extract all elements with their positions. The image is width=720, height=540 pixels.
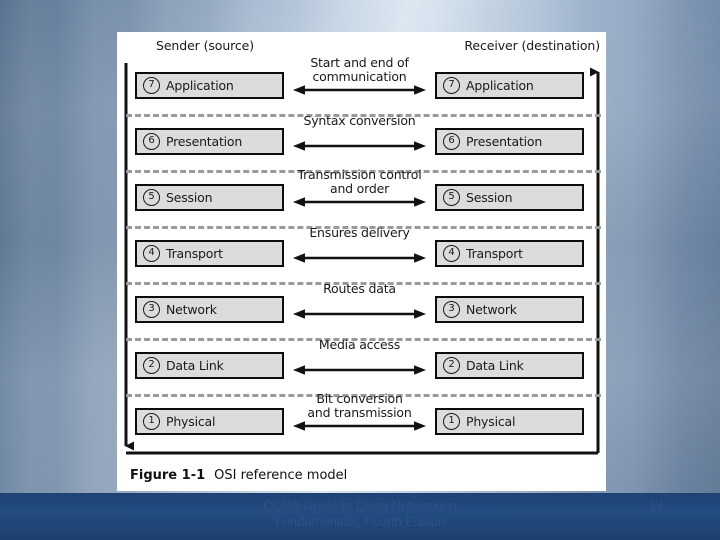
layer-name-label: Presentation [166, 134, 243, 149]
figure-caption-title: OSI reference model [214, 468, 348, 483]
sender-layer-box[interactable]: 3 Network [135, 296, 284, 323]
layer-number-badge: 7 [143, 77, 160, 94]
sender-layer-box[interactable]: 7 Application [135, 72, 284, 99]
figure-caption-number: Figure 1-1 [130, 468, 206, 483]
layer-name-label: Data Link [466, 358, 524, 373]
sender-column-header: Sender (source) [156, 38, 255, 53]
footer-book-title: CCNA Guide to Cisco Networking Fundament… [0, 498, 720, 530]
slide-footer-band: CCNA Guide to Cisco Networking Fundament… [0, 493, 720, 540]
receiver-layer-box[interactable]: 5 Session [435, 184, 584, 211]
layer-row: 6 Presentation Syntax conversion 6 Prese… [117, 114, 606, 173]
layer-number-badge: 4 [143, 245, 160, 262]
layer-name-label: Transport [166, 246, 223, 261]
layer-function-cell: Media access [293, 338, 426, 396]
layer-number-badge: 7 [443, 77, 460, 94]
layer-number-badge: 6 [143, 133, 160, 150]
sender-layer-box[interactable]: 1 Physical [135, 408, 284, 435]
layer-function-label: Transmission control and order [293, 168, 426, 196]
layer-function-label: Start and end of communication [293, 56, 426, 84]
layer-name-label: Physical [166, 414, 216, 429]
layer-name-label: Presentation [466, 134, 543, 149]
layer-function-line1: Syntax conversion [303, 113, 416, 128]
osi-layer-stack: 7 Application Start and end of communica… [117, 56, 606, 452]
layer-function-line1: Routes data [323, 281, 396, 296]
layer-number-badge: 5 [143, 189, 160, 206]
bidirectional-arrow-icon [293, 308, 426, 320]
layer-name-label: Application [166, 78, 234, 93]
bidirectional-arrow-icon [293, 252, 426, 264]
layer-number-badge: 4 [443, 245, 460, 262]
bidirectional-arrow-icon [293, 364, 426, 376]
layer-function-cell: Transmission control and order [293, 168, 426, 228]
layer-function-label: Routes data [293, 282, 426, 296]
layer-function-label: Syntax conversion [293, 114, 426, 128]
layer-number-badge: 3 [143, 301, 160, 318]
layer-name-label: Data Link [166, 358, 224, 373]
sender-layer-box[interactable]: 2 Data Link [135, 352, 284, 379]
figure-caption: Figure 1-1 OSI reference model [130, 468, 347, 483]
layer-function-line1: Transmission control [297, 167, 422, 182]
bidirectional-arrow-icon [293, 196, 426, 208]
layer-function-line1: Bit conversion [316, 391, 403, 406]
layer-name-label: Transport [466, 246, 523, 261]
layer-row: 1 Physical Bit conversion and transmissi… [117, 392, 606, 452]
receiver-layer-box[interactable]: 3 Network [435, 296, 584, 323]
layer-function-line2: and order [329, 181, 390, 196]
receiver-layer-box[interactable]: 6 Presentation [435, 128, 584, 155]
footer-title-line2: Fundamentals, Fourth Edition [274, 514, 446, 529]
bidirectional-arrow-icon [293, 140, 426, 152]
layer-number-badge: 6 [443, 133, 460, 150]
layer-number-badge: 1 [443, 413, 460, 430]
layer-row: 4 Transport Ensures delivery 4 Transport [117, 226, 606, 285]
bidirectional-arrow-icon [293, 84, 426, 96]
layer-number-badge: 1 [143, 413, 160, 430]
layer-number-badge: 5 [443, 189, 460, 206]
sender-layer-box[interactable]: 5 Session [135, 184, 284, 211]
layer-name-label: Session [466, 190, 513, 205]
sender-layer-box[interactable]: 6 Presentation [135, 128, 284, 155]
layer-function-label: Media access [293, 338, 426, 352]
layer-name-label: Physical [466, 414, 516, 429]
bidirectional-arrow-icon [293, 420, 426, 432]
layer-function-line2: communication [312, 69, 407, 84]
layer-function-cell: Routes data [293, 282, 426, 340]
layer-name-label: Application [466, 78, 534, 93]
layer-number-badge: 2 [143, 357, 160, 374]
layer-number-badge: 3 [443, 301, 460, 318]
sender-layer-box[interactable]: 4 Transport [135, 240, 284, 267]
layer-function-line1: Start and end of [310, 55, 409, 70]
receiver-layer-box[interactable]: 1 Physical [435, 408, 584, 435]
layer-function-line1: Media access [318, 337, 401, 352]
footer-page-number: 14 [649, 498, 664, 513]
receiver-layer-box[interactable]: 7 Application [435, 72, 584, 99]
layer-row: 2 Data Link Media access 2 Data Link [117, 338, 606, 397]
receiver-layer-box[interactable]: 4 Transport [435, 240, 584, 267]
layer-function-cell: Syntax conversion [293, 114, 426, 172]
footer-title-line1: CCNA Guide to Cisco Networking [263, 498, 457, 513]
layer-function-line1: Ensures delivery [309, 225, 410, 240]
receiver-column-header: Receiver (destination) [464, 38, 600, 53]
layer-function-cell: Ensures delivery [293, 226, 426, 284]
layer-function-cell: Start and end of communication [293, 56, 426, 116]
layer-row: 7 Application Start and end of communica… [117, 56, 606, 117]
layer-name-label: Network [466, 302, 517, 317]
layer-function-line2: and transmission [307, 405, 412, 420]
figure-panel: Sender (source) Receiver (destination) 7… [117, 32, 606, 491]
layer-function-label: Bit conversion and transmission [293, 392, 426, 420]
layer-number-badge: 2 [443, 357, 460, 374]
layer-row: 3 Network Routes data 3 Network [117, 282, 606, 341]
layer-row: 5 Session Transmission control and order [117, 168, 606, 229]
receiver-layer-box[interactable]: 2 Data Link [435, 352, 584, 379]
layer-name-label: Session [166, 190, 213, 205]
layer-name-label: Network [166, 302, 217, 317]
layer-function-cell: Bit conversion and transmission [293, 392, 426, 452]
layer-function-label: Ensures delivery [293, 226, 426, 240]
